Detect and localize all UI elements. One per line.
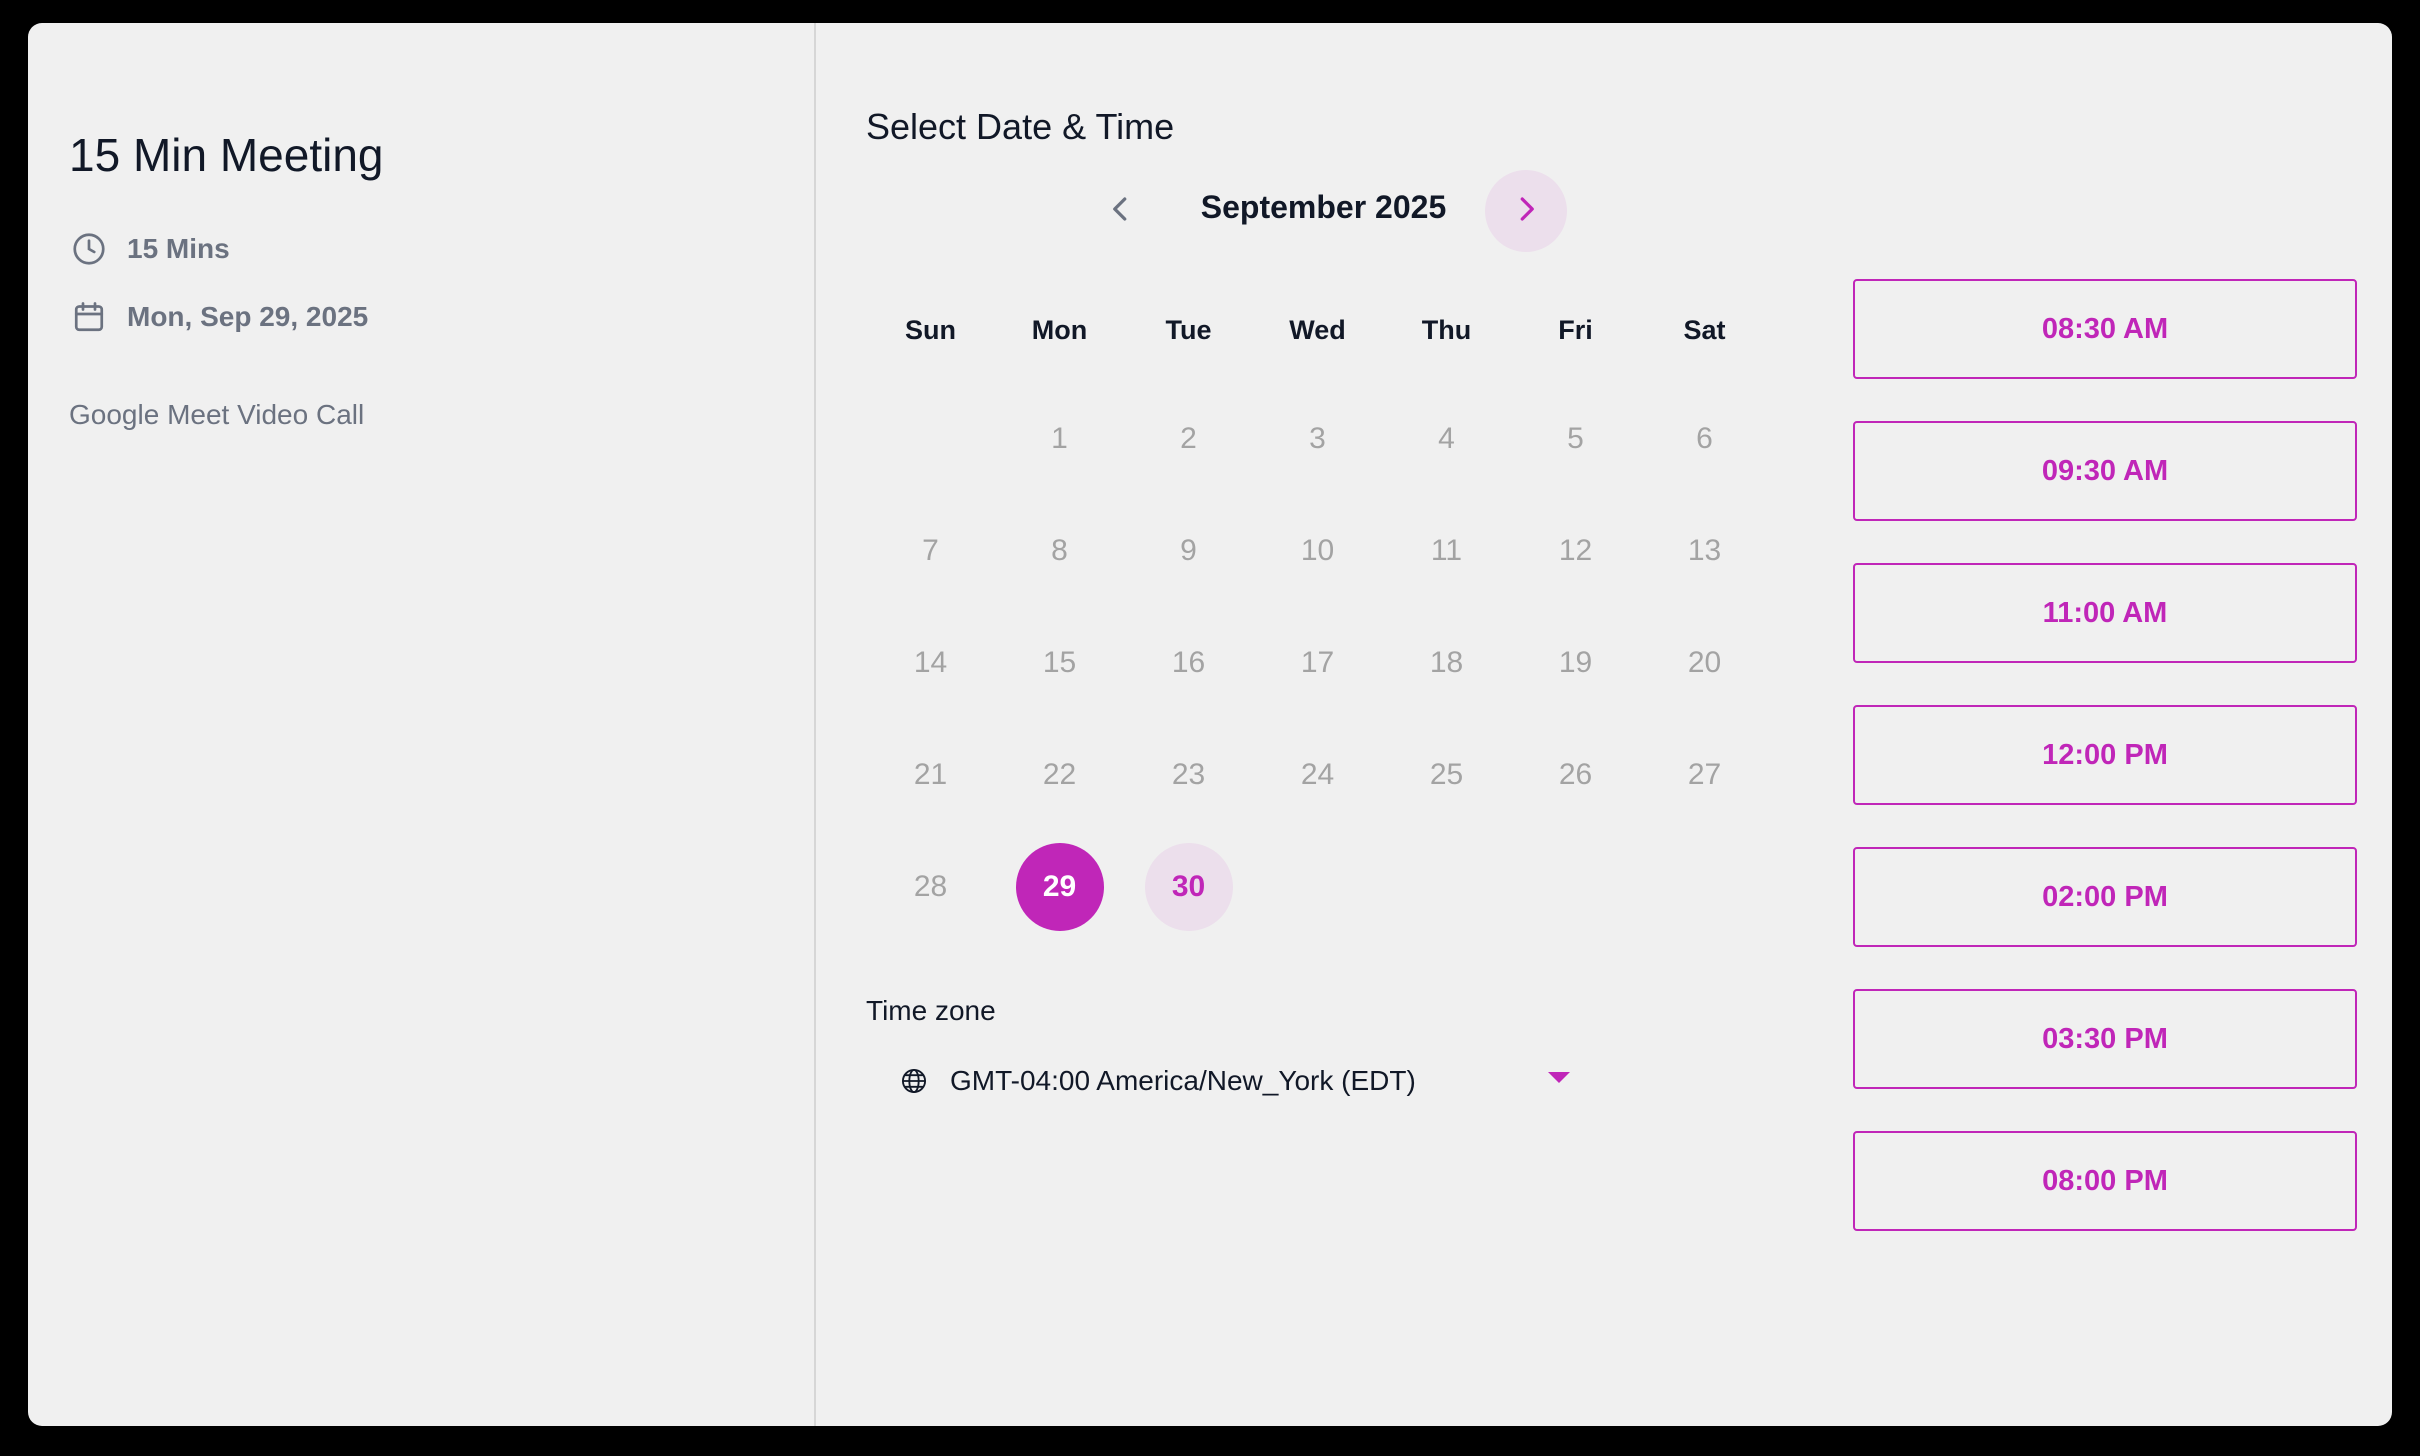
calendar-day: 14 xyxy=(913,646,948,679)
calendar-day: 25 xyxy=(1429,758,1464,791)
calendar-day: 27 xyxy=(1687,758,1722,791)
calendar-icon xyxy=(69,297,109,337)
duration-row: 15 Mins xyxy=(69,229,230,269)
calendar-day: 26 xyxy=(1558,758,1593,791)
time-slot-button[interactable]: 02:00 PM xyxy=(1853,847,2357,947)
calendar-day: 19 xyxy=(1558,646,1593,679)
calendar-day: 23 xyxy=(1171,758,1206,791)
weekday-sun: Sun xyxy=(905,315,956,345)
event-details-panel: 15 Min Meeting 15 Mins Mon, Sep 29, 2025… xyxy=(28,23,816,1426)
weekday-tue: Tue xyxy=(1165,315,1212,345)
weekday-fri: Fri xyxy=(1558,315,1593,345)
calendar-day: 21 xyxy=(913,758,948,791)
calendar-day: 3 xyxy=(1309,422,1326,455)
calendar-day: 28 xyxy=(913,870,948,903)
booking-card: 15 Min Meeting 15 Mins Mon, Sep 29, 2025… xyxy=(28,23,2392,1426)
time-slot-button[interactable]: 08:30 AM xyxy=(1853,279,2357,379)
calendar-day: 20 xyxy=(1687,646,1722,679)
selected-date-text: Mon, Sep 29, 2025 xyxy=(127,301,369,332)
timezone-select[interactable]: GMT-04:00 America/New_York (EDT) xyxy=(866,1053,1586,1109)
weekday-thu: Thu xyxy=(1421,315,1472,345)
calendar-day-selected[interactable]: 29 xyxy=(1015,843,1104,931)
time-slot-button[interactable]: 11:00 AM xyxy=(1853,563,2357,663)
calendar-day[interactable]: 30 xyxy=(1144,843,1233,931)
calendar-day: 6 xyxy=(1696,422,1713,455)
section-title: Select Date & Time xyxy=(866,106,1175,147)
weekday-sat: Sat xyxy=(1683,315,1726,345)
time-slot-list: 08:30 AM 09:30 AM 11:00 AM 12:00 PM 02:00 PM… xyxy=(1853,279,2357,1273)
calendar-day: 16 xyxy=(1171,646,1206,679)
meeting-title: 15 Min Meeting xyxy=(69,129,384,181)
calendar-day: 7 xyxy=(922,534,939,567)
calendar-day: 9 xyxy=(1180,534,1197,567)
prev-month-button[interactable] xyxy=(1080,170,1162,252)
time-slot-button[interactable]: 12:00 PM xyxy=(1853,705,2357,805)
calendar-day: 8 xyxy=(1051,534,1068,567)
date-row: Mon, Sep 29, 2025 xyxy=(69,297,368,337)
time-slot-button[interactable]: 08:00 PM xyxy=(1853,1131,2357,1231)
clock-icon xyxy=(69,229,109,269)
chevron-left-icon xyxy=(1106,194,1136,229)
calendar-day: 12 xyxy=(1558,534,1593,567)
calendar-day: 10 xyxy=(1300,534,1335,567)
calendar-day: 2 xyxy=(1180,422,1197,455)
next-month-button[interactable] xyxy=(1485,170,1567,252)
calendar-day: 18 xyxy=(1429,646,1464,679)
month-label: September 2025 xyxy=(1200,189,1447,225)
calendar-day: 1 xyxy=(1051,422,1068,455)
calendar-day: 17 xyxy=(1300,646,1335,679)
calendar-day: 15 xyxy=(1042,646,1077,679)
timezone-label: Time zone xyxy=(866,995,996,1026)
location-text: Google Meet Video Call xyxy=(69,399,365,430)
time-slot-button[interactable]: 03:30 PM xyxy=(1853,989,2357,1089)
time-slot-button[interactable]: 09:30 AM xyxy=(1853,421,2357,521)
weekday-mon: Mon xyxy=(1031,315,1088,345)
calendar-day: 5 xyxy=(1567,422,1584,455)
globe-icon xyxy=(900,1065,932,1097)
chevron-right-icon xyxy=(1511,194,1541,229)
calendar-day: 13 xyxy=(1687,534,1722,567)
weekday-wed: Wed xyxy=(1289,315,1346,345)
calendar-day: 11 xyxy=(1430,534,1463,567)
timezone-value: GMT-04:00 America/New_York (EDT) xyxy=(950,1065,1416,1096)
calendar-day: 4 xyxy=(1438,422,1455,455)
calendar-day: 24 xyxy=(1300,758,1335,791)
duration-text: 15 Mins xyxy=(127,233,230,264)
calendar-day: 22 xyxy=(1042,758,1077,791)
scheduler-panel: Select Date & Time September 2025 Sun Mon… xyxy=(816,23,2392,1426)
caret-down-icon xyxy=(1548,1072,1570,1083)
